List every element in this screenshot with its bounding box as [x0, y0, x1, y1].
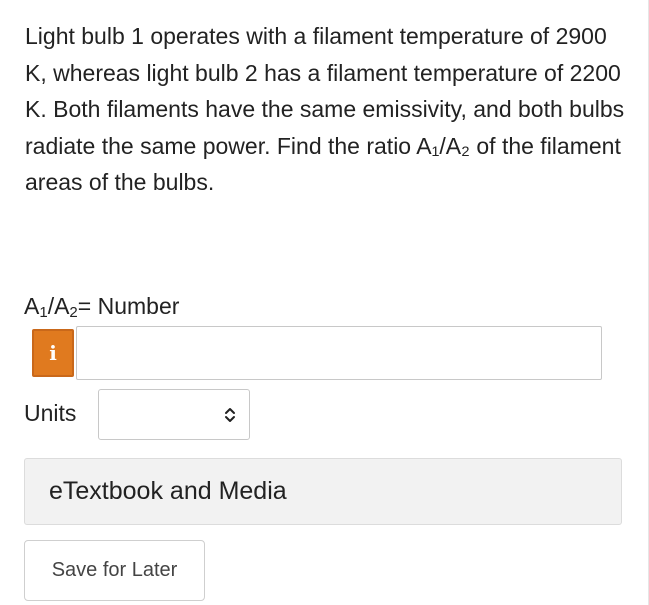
info-icon[interactable]: i — [32, 329, 74, 377]
answer-label-suffix: = Number — [77, 293, 180, 319]
answer-label-sub2: 2 — [69, 304, 78, 321]
chevron-up-down-icon — [225, 407, 235, 422]
info-icon-glyph: i — [49, 341, 57, 365]
units-label: Units — [24, 400, 77, 426]
question-page: Light bulb 1 operates with a filament te… — [0, 0, 649, 605]
etextbook-media-button[interactable]: eTextbook and Media — [24, 458, 622, 525]
save-for-later-button[interactable]: Save for Later — [24, 540, 205, 601]
units-select[interactable] — [98, 389, 250, 440]
question-text: Light bulb 1 operates with a filament te… — [25, 23, 625, 195]
answer-label-a: A — [24, 293, 40, 319]
answer-label-sub1: 1 — [39, 304, 48, 321]
answer-input[interactable] — [76, 326, 602, 380]
answer-label-slash: /A — [47, 293, 70, 319]
answer-label: A1/A2= Number — [24, 290, 179, 322]
